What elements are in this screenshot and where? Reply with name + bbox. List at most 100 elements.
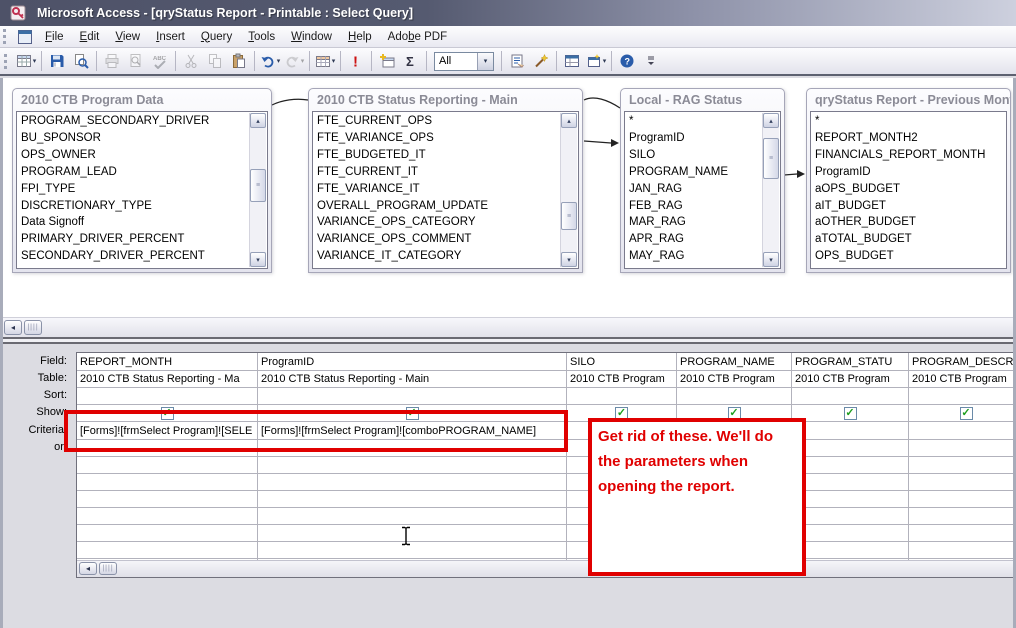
help-button[interactable]: ? — [615, 50, 639, 72]
field-cell[interactable]: PROGRAM_DESCR — [909, 353, 1016, 371]
menu-file[interactable]: File — [37, 28, 72, 46]
menu-tools[interactable]: Tools — [240, 28, 283, 46]
child-window-icon[interactable] — [17, 29, 33, 45]
empty-grid-cell[interactable] — [792, 542, 909, 559]
scroll-up-button[interactable]: ▴ — [561, 113, 577, 128]
scroll-left-button[interactable]: ◂ — [79, 562, 97, 575]
field-cell[interactable]: PROGRAM_NAME — [677, 353, 792, 371]
scroll-down-button[interactable]: ▾ — [561, 252, 577, 267]
show-table-button[interactable] — [375, 50, 399, 72]
scroll-up-button[interactable]: ▴ — [250, 113, 266, 128]
or-cell[interactable] — [792, 440, 909, 457]
menu-help[interactable]: Help — [340, 28, 380, 46]
redo-button[interactable]: ▾ — [282, 50, 306, 72]
field-item[interactable]: DISCRETIONARY_TYPE — [21, 198, 250, 215]
table-cell[interactable]: 2010 CTB Program — [909, 371, 1016, 388]
field-item[interactable]: FTE_VARIANCE_IT — [317, 181, 561, 198]
show-checkbox[interactable]: ✓ — [844, 407, 857, 420]
criteria-cell[interactable] — [792, 422, 909, 440]
table-cell[interactable]: 2010 CTB Program — [677, 371, 792, 388]
table-panel[interactable]: Local - RAG Status*ProgramIDSILOPROGRAM_… — [620, 88, 785, 273]
field-item[interactable]: SILO — [629, 147, 763, 164]
field-item[interactable]: SECONDARY_DRIVER_PERCENT — [21, 248, 250, 265]
menu-insert[interactable]: Insert — [148, 28, 193, 46]
empty-grid-cell[interactable] — [792, 474, 909, 491]
field-list-vscrollbar[interactable]: ▴ ▾ ≡ — [762, 113, 779, 267]
empty-grid-cell[interactable] — [258, 525, 567, 542]
query-type-button[interactable]: ▾ — [313, 50, 337, 72]
empty-grid-cell[interactable] — [77, 525, 258, 542]
field-item[interactable]: aOTHER_BUDGET — [815, 214, 1006, 231]
field-item[interactable]: OVERALL_PROGRAM_UPDATE — [317, 198, 561, 215]
field-item[interactable]: MAR_RAG — [629, 214, 763, 231]
field-item[interactable]: FINANCIALS_REPORT_MONTH — [815, 147, 1006, 164]
field-item[interactable]: VARIANCE_OPS_CATEGORY — [317, 214, 561, 231]
scroll-thumb[interactable]: ≡ — [250, 169, 266, 202]
table-pane-hscrollbar[interactable]: ◂ |||| — [0, 317, 1016, 337]
table-panel[interactable]: qryStatus Report - Previous Mont *REPORT_… — [806, 88, 1011, 273]
scroll-left-button[interactable]: ◂ — [4, 320, 22, 335]
or-cell[interactable] — [909, 440, 1016, 457]
totals-button[interactable]: Σ — [399, 50, 423, 72]
cut-button[interactable] — [179, 50, 203, 72]
table-panel-title[interactable]: 2010 CTB Program Data — [13, 89, 271, 110]
sort-cell[interactable] — [677, 388, 792, 405]
scroll-down-button[interactable]: ▾ — [763, 252, 779, 267]
empty-grid-cell[interactable] — [258, 508, 567, 525]
empty-grid-cell[interactable] — [909, 474, 1016, 491]
field-item[interactable]: PRIMARY_DRIVER_PERCENT — [21, 231, 250, 248]
field-item[interactable]: PROGRAM_NAME — [629, 164, 763, 181]
table-panel[interactable]: 2010 CTB Program Data PROGRAM_SECONDARY_D… — [12, 88, 272, 273]
save-button[interactable] — [45, 50, 69, 72]
table-panel-title[interactable]: qryStatus Report - Previous Mont — [807, 89, 1010, 110]
menu-edit[interactable]: Edit — [72, 28, 108, 46]
table-panel[interactable]: 2010 CTB Status Reporting - Main FTE_CURR… — [308, 88, 583, 273]
paste-button[interactable] — [227, 50, 251, 72]
show-cell[interactable]: ✓ — [909, 405, 1016, 422]
empty-grid-cell[interactable] — [909, 491, 1016, 508]
toolbar-options-button[interactable] — [639, 50, 663, 72]
empty-grid-cell[interactable] — [77, 491, 258, 508]
build-button[interactable] — [529, 50, 553, 72]
menu-view[interactable]: View — [107, 28, 148, 46]
field-item[interactable]: FTE_CURRENT_OPS — [317, 113, 561, 130]
sort-cell[interactable] — [77, 388, 258, 405]
field-item[interactable]: FTE_CURRENT_IT — [317, 164, 561, 181]
scroll-thumb[interactable]: ≡ — [561, 202, 577, 230]
field-item[interactable]: BU_SPONSOR — [21, 130, 250, 147]
menu-drag-handle[interactable] — [3, 29, 9, 44]
scroll-down-button[interactable]: ▾ — [250, 252, 266, 267]
sort-cell[interactable] — [909, 388, 1016, 405]
field-item[interactable]: REPORT_MONTH2 — [815, 130, 1006, 147]
sort-cell[interactable] — [258, 388, 567, 405]
scroll-thumb[interactable]: ≡ — [763, 138, 779, 178]
field-cell[interactable]: PROGRAM_STATU — [792, 353, 909, 371]
menu-window[interactable]: Window — [283, 28, 340, 46]
print-preview-button[interactable] — [124, 50, 148, 72]
field-item[interactable]: VARIANCE_IT_CATEGORY — [317, 248, 561, 265]
pane-splitter[interactable] — [0, 337, 1016, 344]
table-panel-title[interactable]: 2010 CTB Status Reporting - Main — [309, 89, 582, 110]
database-window-button[interactable] — [560, 50, 584, 72]
field-item[interactable]: FTE_VARIANCE_OPS — [317, 130, 561, 147]
field-item[interactable]: FEB_RAG — [629, 198, 763, 215]
show-checkbox[interactable]: ✓ — [960, 407, 973, 420]
field-item[interactable]: FPI_TYPE — [21, 181, 250, 198]
field-item[interactable]: Data Signoff — [21, 214, 250, 231]
spelling-button[interactable]: ABC — [148, 50, 172, 72]
file-search-button[interactable] — [69, 50, 93, 72]
sort-cell[interactable] — [567, 388, 677, 405]
empty-grid-cell[interactable] — [258, 542, 567, 559]
copy-button[interactable] — [203, 50, 227, 72]
field-item[interactable]: FTE_BUDGETED_IT — [317, 147, 561, 164]
undo-button[interactable]: ▾ — [258, 50, 282, 72]
scroll-up-button[interactable]: ▴ — [763, 113, 779, 128]
empty-grid-cell[interactable] — [792, 525, 909, 542]
field-item[interactable]: * — [815, 113, 1006, 130]
field-item[interactable]: JAN_RAG — [629, 181, 763, 198]
empty-grid-cell[interactable] — [909, 525, 1016, 542]
field-item[interactable]: ProgramID — [629, 130, 763, 147]
menu-adobe-pdf[interactable]: Adobe PDF — [380, 28, 455, 46]
field-cell[interactable]: SILO — [567, 353, 677, 371]
field-item[interactable]: PROGRAM_SECONDARY_DRIVER — [21, 113, 250, 130]
